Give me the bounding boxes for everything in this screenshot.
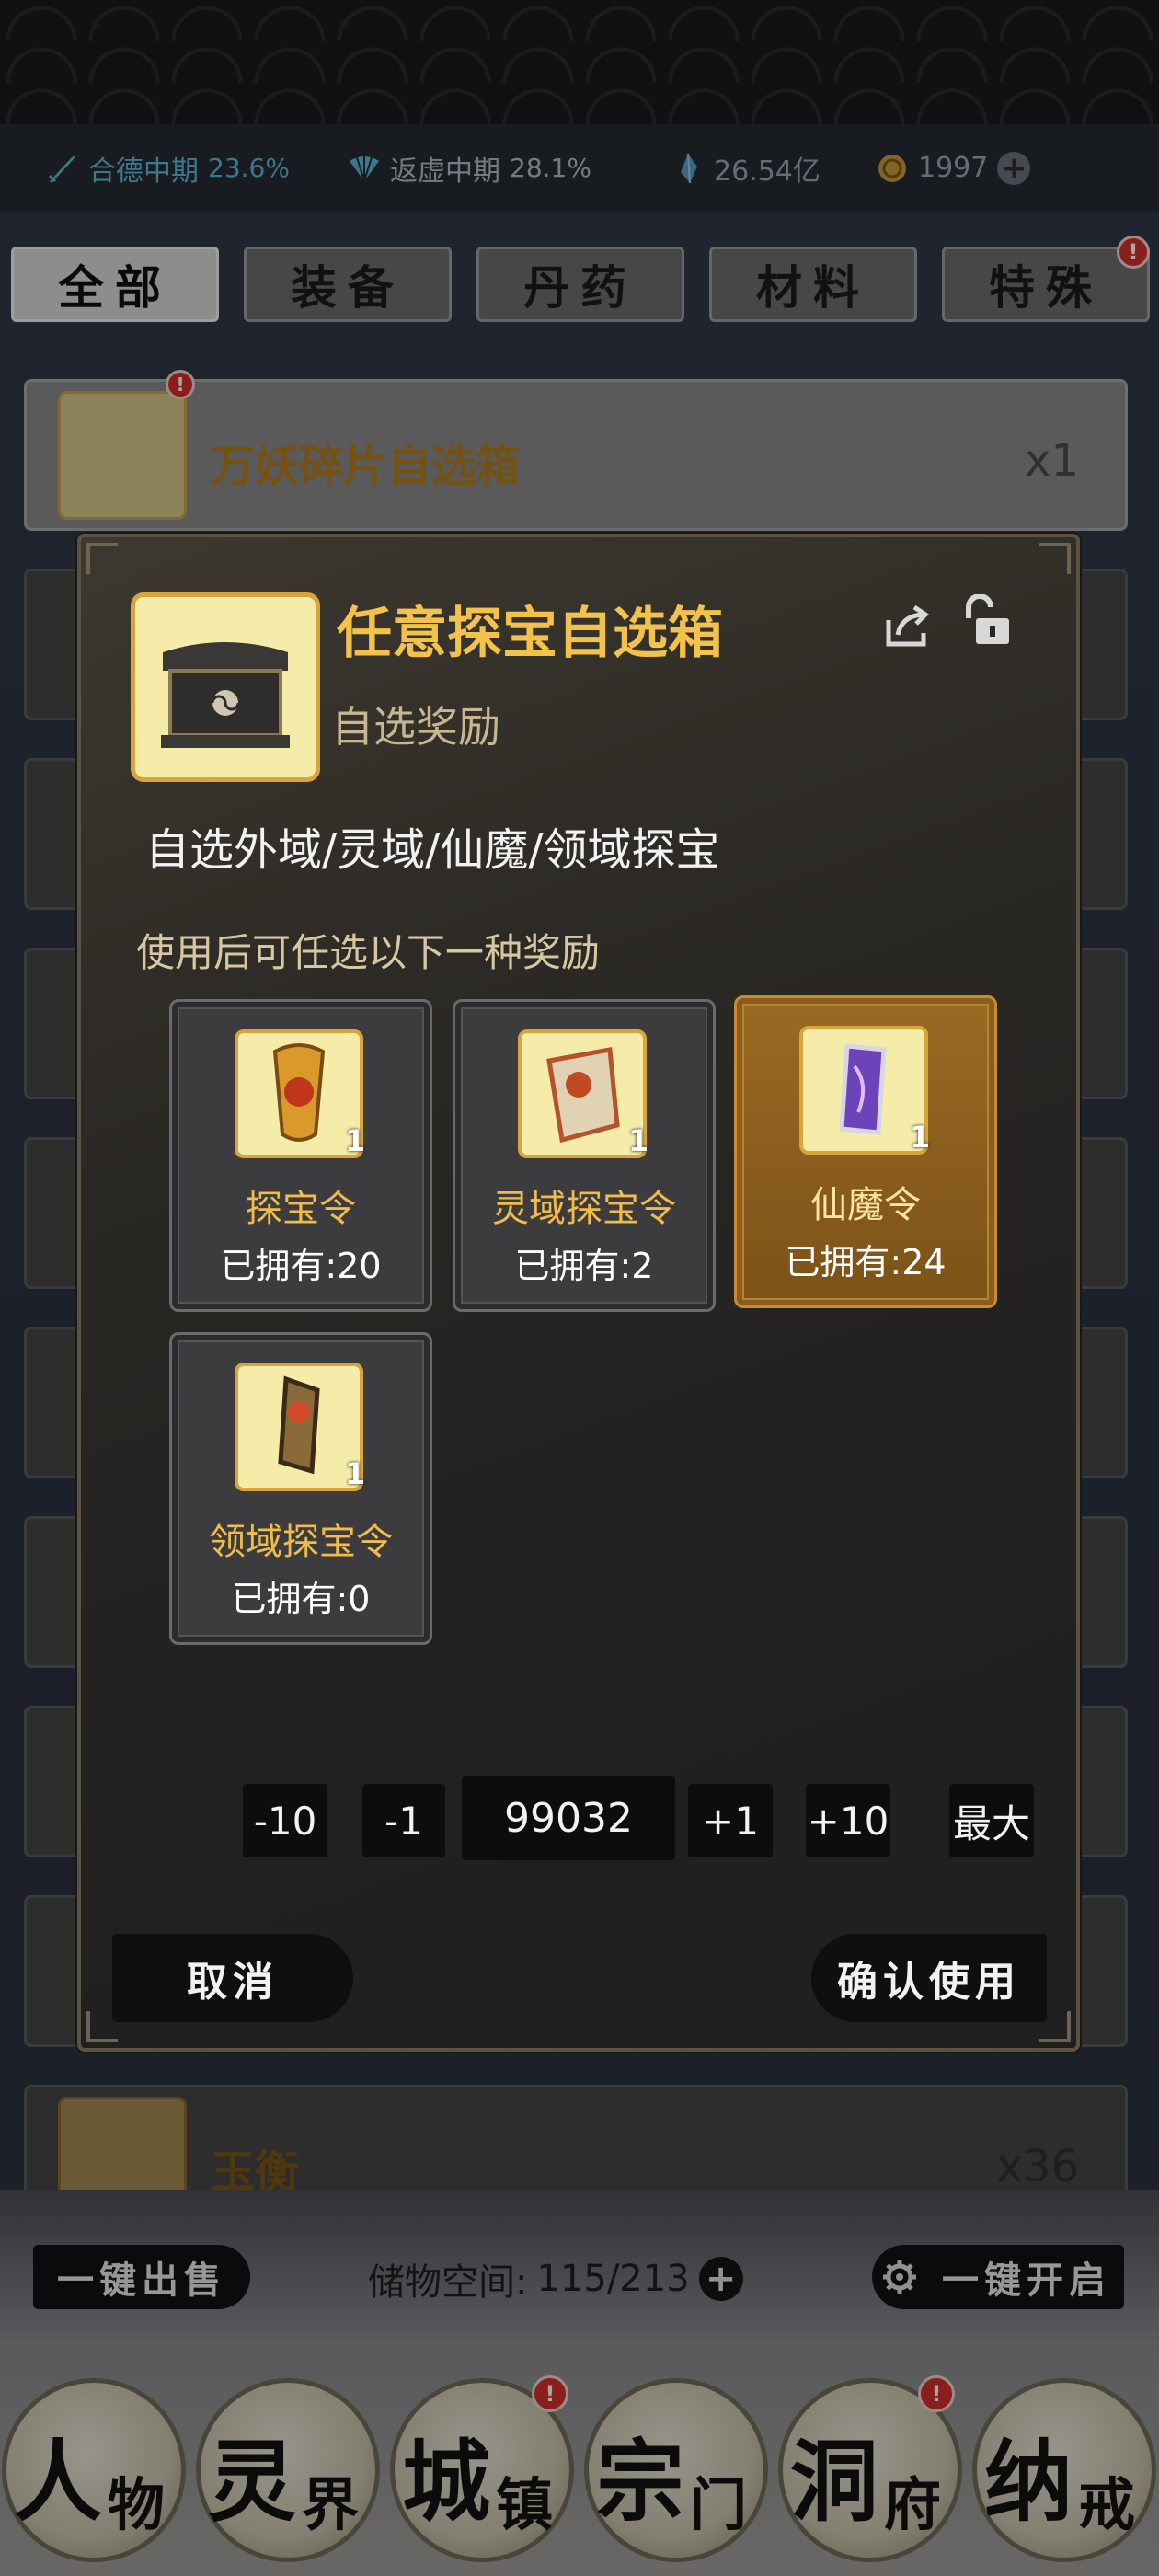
- dialog-description: 自选外域/灵域/仙魔/领域探宝: [145, 824, 720, 876]
- token-icon: [518, 1029, 647, 1158]
- unlock-icon[interactable]: [959, 594, 1015, 650]
- share-icon[interactable]: [881, 600, 933, 651]
- reward-owned: 已拥有:24: [785, 1242, 947, 1282]
- reward-name: 仙魔令: [810, 1184, 921, 1226]
- minus-1-button[interactable]: -1: [362, 1784, 445, 1857]
- reward-owned: 已拥有:20: [220, 1246, 382, 1286]
- reward-option-spirit-token[interactable]: 1 灵域探宝令 已拥有:2: [453, 999, 716, 1312]
- confirm-use-button[interactable]: 确认使用: [811, 1934, 1047, 2022]
- reward-owned: 已拥有:0: [231, 1579, 371, 1619]
- token-icon: [799, 1026, 928, 1155]
- reward-name: 灵域探宝令: [492, 1188, 676, 1230]
- plus-10-button[interactable]: +10: [806, 1784, 890, 1857]
- corner-ornament: [86, 543, 118, 574]
- reward-owned: 已拥有:2: [514, 1246, 654, 1286]
- reward-count: 1: [345, 1456, 366, 1491]
- plus-1-button[interactable]: +1: [688, 1784, 773, 1857]
- dialog-subtitle: 自选奖励: [331, 702, 500, 752]
- reward-name: 探宝令: [246, 1188, 356, 1230]
- reward-option-domain-token[interactable]: 1 领域探宝令 已拥有:0: [169, 1332, 432, 1645]
- cancel-button[interactable]: 取消: [112, 1934, 353, 2022]
- corner-ornament: [1039, 543, 1071, 574]
- reward-count: 1: [910, 1120, 931, 1155]
- reward-option-treasure-token[interactable]: 1 探宝令 已拥有:20: [169, 999, 432, 1312]
- minus-10-button[interactable]: -10: [243, 1784, 327, 1857]
- item-use-dialog: 任意探宝自选箱 自选奖励 自选外域/灵域/仙魔/领域探宝 使用后可任选以下一种奖…: [77, 534, 1080, 2052]
- chest-icon: [131, 592, 320, 782]
- token-icon: [235, 1029, 363, 1158]
- reward-count: 1: [628, 1123, 649, 1158]
- dialog-title: 任意探宝自选箱: [337, 602, 723, 666]
- token-icon: [235, 1363, 363, 1491]
- reward-name: 领域探宝令: [209, 1521, 393, 1563]
- max-button[interactable]: 最大: [949, 1784, 1034, 1857]
- reward-hint: 使用后可任选以下一种奖励: [136, 930, 601, 975]
- reward-option-immortal-demon-token[interactable]: 1 仙魔令 已拥有:24: [734, 995, 997, 1308]
- quantity-input[interactable]: 99032: [462, 1776, 675, 1860]
- reward-count: 1: [345, 1123, 366, 1158]
